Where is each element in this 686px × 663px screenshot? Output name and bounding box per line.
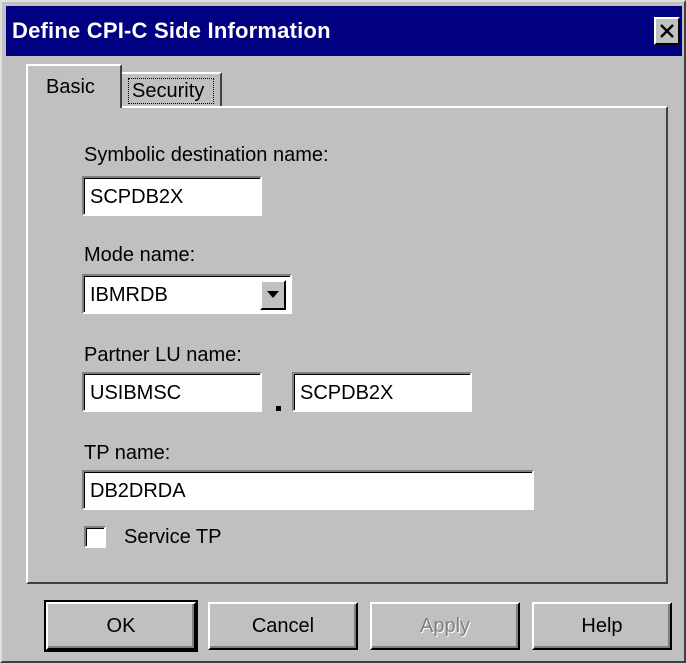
tab-basic-label: Basic	[46, 76, 95, 98]
close-button[interactable]	[654, 17, 680, 45]
cancel-button-label: Cancel	[251, 615, 315, 637]
help-button-label: Help	[581, 615, 623, 637]
cancel-button[interactable]: Cancel	[208, 602, 358, 650]
tab-security-label: Security	[132, 80, 205, 102]
title-bar[interactable]: Define CPI-C Side Information	[6, 6, 682, 56]
apply-button-label: Apply	[419, 615, 471, 637]
apply-button[interactable]: Apply	[370, 602, 520, 650]
tab-basic[interactable]: Basic	[26, 64, 122, 108]
tab-join	[28, 104, 120, 108]
tab-panel-basic	[26, 106, 668, 584]
cpic-side-info-dialog: Define CPI-C Side Information Basic Secu…	[0, 0, 686, 663]
ok-button[interactable]: OK	[44, 600, 198, 652]
window-title: Define CPI-C Side Information	[12, 18, 331, 43]
close-icon	[660, 24, 674, 38]
ok-button-label: OK	[106, 615, 136, 637]
tab-security[interactable]: Security	[120, 72, 222, 108]
help-button[interactable]: Help	[532, 602, 672, 650]
